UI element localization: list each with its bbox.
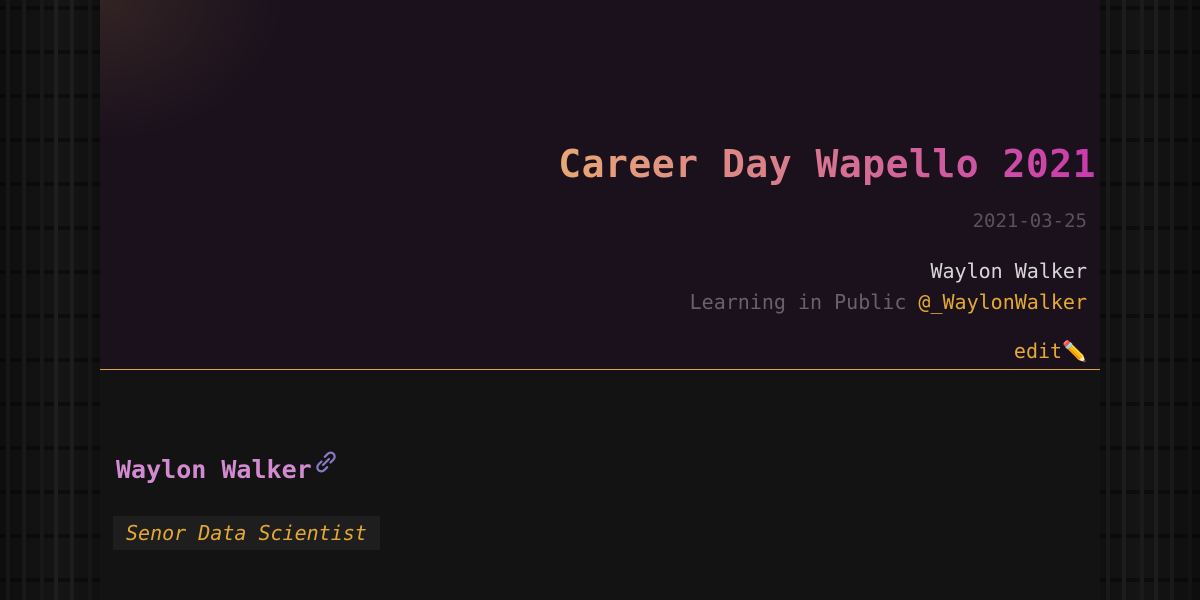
edit-link[interactable]: edit✏️ (1014, 339, 1087, 363)
post-header: Career Day Wapello 2021 2021-03-25 Waylo… (100, 0, 1100, 370)
author-name: Waylon Walker (930, 259, 1087, 283)
main-column: Career Day Wapello 2021 2021-03-25 Waylo… (100, 0, 1100, 600)
left-background-shade (0, 0, 100, 600)
right-background-shade (1100, 0, 1200, 600)
section-heading: Waylon Walker (116, 450, 340, 484)
post-date: 2021-03-25 (972, 210, 1087, 232)
section-heading-text: Waylon Walker (116, 455, 312, 484)
twitter-handle-link[interactable]: @_WaylonWalker (918, 290, 1087, 314)
link-icon[interactable] (312, 450, 340, 480)
tagline-text: Learning in Public (689, 290, 907, 314)
role-badge: Senor Data Scientist (113, 516, 380, 550)
post-title: Career Day Wapello 2021 (558, 142, 1096, 186)
author-tagline: Learning in Public @_WaylonWalker (690, 290, 1087, 314)
